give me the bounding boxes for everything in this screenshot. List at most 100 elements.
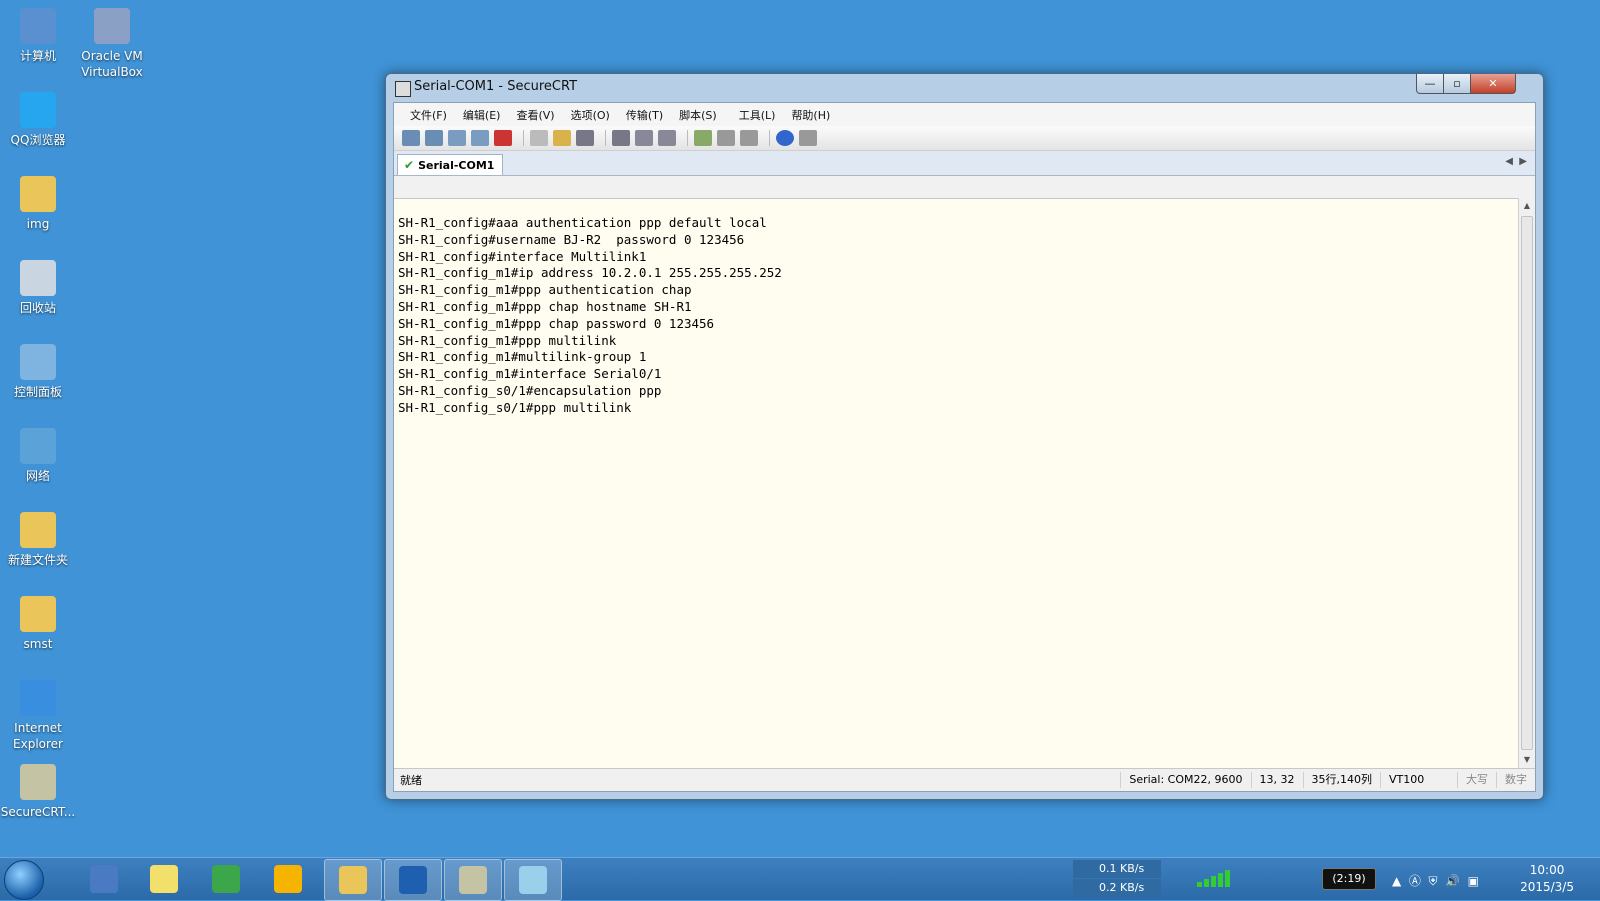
terminal-output: SH-R1_config#aaa authentication ppp defa… [398,215,782,415]
menu-item[interactable]: 脚本(S) [671,107,725,123]
desktop-icon[interactable]: smst [0,596,76,652]
window-client: 文件(F) 编辑(E) 查看(V) 选项(O) 传输(T) 脚本(S) 工具(L) 帮助(H)… [393,102,1536,792]
desktop-icon[interactable]: 控制面板 [0,344,76,400]
ie-icon [20,680,56,716]
session-options-icon[interactable] [694,130,712,146]
status-serial: Serial: COM22, 9600 [1120,772,1250,788]
taskbar-button[interactable] [324,859,382,901]
menu-item[interactable]: 选项(O) [563,107,618,123]
keymap-icon[interactable] [740,130,758,146]
folder-icon [20,512,56,548]
explorer-icon [339,866,367,894]
desktop-icon-label: 控制面板 [13,385,62,399]
virtualbox-icon [94,8,130,44]
status-bar: 就绪 Serial: COM22, 9600 13, 32 35行,140列 V… [394,768,1535,791]
system-tray[interactable]: ▲ Ⓐ ⛨ 🔊 ▣ [1392,872,1479,889]
tab-serial-com1[interactable]: ✔ Serial-COM1 [397,154,504,175]
taskbar-button[interactable] [444,859,502,901]
network-speed: 0.1 KB/s 0.2 KB/s [1073,860,1161,898]
print-setup-icon[interactable] [635,130,653,146]
desktop-icon-label: smst [23,637,53,651]
taskbar-button[interactable] [504,859,562,901]
clock-time: 10:00 [1529,863,1565,877]
close-button[interactable]: ✕ [1470,74,1516,94]
taskbar-button[interactable] [76,859,132,899]
title-bar[interactable]: Serial-COM1 - SecureCRT — ▫ ✕ [386,74,1543,102]
start-button[interactable] [4,860,44,900]
sticky-notes-icon [150,865,178,893]
upload-speed: 0.2 KB/s [1073,879,1161,897]
desktop-icon[interactable]: 新建文件夹 [0,512,76,568]
status-ready: 就绪 [400,774,422,787]
desktop-icon[interactable]: img [0,176,76,232]
securecrt-icon [459,866,487,894]
desktop-icon-label: QQ浏览器 [10,133,66,147]
menu-item[interactable]: 文件(F) [402,107,455,123]
toolbar [394,126,1535,151]
taskbar: 0.1 KB/s 0.2 KB/s (2:19) ▲ Ⓐ ⛨ 🔊 ▣ 10:00… [0,857,1600,901]
status-size: 35行,140列 [1302,772,1381,788]
app-icon [395,81,411,97]
menu-item[interactable]: 编辑(E) [455,107,509,123]
minimize-button[interactable]: — [1416,74,1444,94]
remote-desktop-icon [90,865,118,893]
desktop-icon-label: SecureCRT... [0,805,76,819]
disconnect-icon[interactable] [494,130,512,146]
menu-item[interactable]: 传输(T) [618,107,671,123]
taskbar-button[interactable] [136,859,192,899]
tab-scroll-arrows[interactable]: ◀ ▶ [1505,156,1527,167]
desktop-icon-label: img [26,217,50,231]
copy-icon[interactable] [530,130,548,146]
scroll-down-icon[interactable]: ▼ [1519,752,1535,768]
chrome-icon [212,865,240,893]
connect-tab-icon[interactable] [448,130,466,146]
desktop-icon-label: 网络 [25,469,50,483]
tab-label: Serial-COM1 [418,158,495,172]
maximize-button[interactable]: ▫ [1443,74,1471,94]
scroll-thumb[interactable] [1521,216,1533,750]
toolbar-separator [769,130,770,146]
word-icon [399,866,427,894]
desktop-icon[interactable]: QQ浏览器 [0,92,76,148]
desktop-icon[interactable]: Oracle VM VirtualBox [74,8,150,80]
status-emulation: VT100 [1380,772,1457,788]
desktop-icon[interactable]: 计算机 [0,8,76,64]
taskbar-button[interactable] [384,859,442,901]
reconnect-icon[interactable] [471,130,489,146]
signal-strength-icon[interactable] [1195,870,1235,888]
clock[interactable]: 10:00 2015/3/5 [1520,862,1574,896]
download-speed: 0.1 KB/s [1073,860,1161,878]
help-icon[interactable] [776,130,794,146]
menu-item[interactable]: 查看(V) [508,107,562,123]
paste-icon[interactable] [553,130,571,146]
quick-connect-icon[interactable] [425,130,443,146]
status-cursor: 13, 32 [1250,772,1303,788]
toolbar-separator [605,130,606,146]
print-screen-icon[interactable] [658,130,676,146]
terminal-area[interactable]: SH-R1_config#aaa authentication ppp defa… [394,198,1519,768]
sftp-icon[interactable] [799,130,817,146]
print-icon[interactable] [612,130,630,146]
vertical-scrollbar[interactable]: ▲ ▼ [1518,198,1535,768]
computer-icon [20,8,56,44]
connected-check-icon: ✔ [404,158,415,172]
scroll-up-icon[interactable]: ▲ [1519,198,1535,214]
desktop-icon[interactable]: Internet Explorer [0,680,76,752]
recycle-bin-icon [20,260,56,296]
menu-item[interactable]: 帮助(H) [783,107,838,123]
qq-browser-icon [274,865,302,893]
desktop-icon[interactable]: 回收站 [0,260,76,316]
find-icon[interactable] [576,130,594,146]
menu-item[interactable]: 工具(L) [731,107,784,123]
taskbar-button[interactable] [260,859,316,899]
connect-icon[interactable] [402,130,420,146]
desktop-icon[interactable]: SecureCRT... [0,764,76,820]
global-options-icon[interactable] [717,130,735,146]
folder-icon [20,176,56,212]
desktop-icon-label: Oracle VM VirtualBox [81,49,143,79]
battery-indicator[interactable]: (2:19) [1322,868,1376,890]
taskbar-button[interactable] [198,859,254,899]
status-caps: 大写 [1457,772,1496,788]
desktop-icon[interactable]: 网络 [0,428,76,484]
desktop-icon-label: 计算机 [19,49,56,63]
